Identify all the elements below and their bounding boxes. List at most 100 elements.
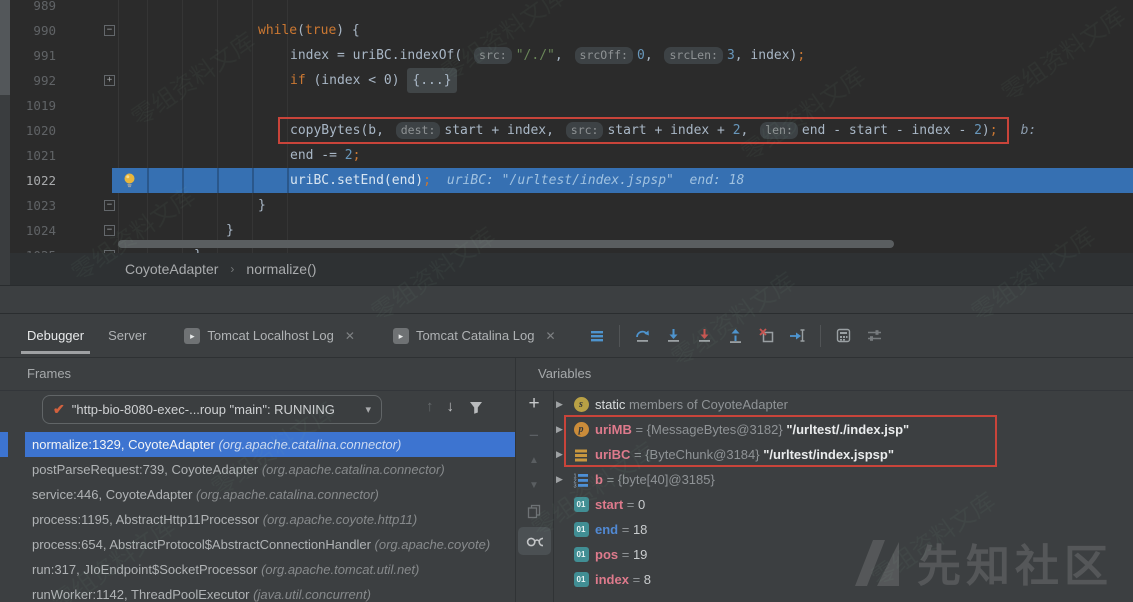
primitive-icon: 01 bbox=[574, 522, 589, 537]
toolbar-separator bbox=[619, 325, 620, 347]
variable-part: 0 bbox=[638, 497, 645, 512]
stack-frame-row[interactable]: process:1195, AbstractHttp11Processor (o… bbox=[25, 507, 515, 532]
threads-view-icon[interactable] bbox=[588, 327, 605, 344]
variable-part: start bbox=[595, 497, 623, 512]
close-icon[interactable]: ✕ bbox=[345, 329, 355, 343]
code-token: 2 bbox=[733, 118, 741, 143]
frame-package: (org.apache.coyote) bbox=[375, 537, 491, 552]
variable-text: pos = 19 bbox=[595, 547, 647, 562]
step-into-icon[interactable] bbox=[665, 327, 682, 344]
variable-part: members of CoyoteAdapter bbox=[625, 397, 788, 412]
code-token: 2 bbox=[974, 118, 982, 143]
primitive-icon: 01 bbox=[574, 547, 589, 562]
code-token: copyBytes(b, bbox=[290, 118, 392, 143]
code-text: index = uriBC.indexOf( src:"/./", srcOff… bbox=[290, 43, 805, 68]
up-icon[interactable]: ↑ bbox=[426, 398, 434, 415]
breadcrumb-item[interactable]: normalize() bbox=[246, 261, 316, 277]
expand-arrow-icon[interactable]: ▶ bbox=[556, 399, 567, 410]
code-token: start + index + bbox=[607, 118, 732, 143]
variable-part: 18 bbox=[633, 522, 647, 537]
show-watches-icon[interactable] bbox=[518, 527, 551, 555]
frames-header: Frames bbox=[27, 366, 71, 381]
variable-row[interactable]: 01start = 0 bbox=[556, 492, 1133, 517]
down-icon[interactable]: ↓ bbox=[447, 398, 455, 415]
step-over-icon[interactable] bbox=[634, 327, 651, 344]
code-token: ; bbox=[990, 118, 998, 143]
fold-end-icon[interactable]: − bbox=[104, 225, 115, 236]
code-token: , bbox=[645, 43, 661, 68]
frame-location: process:1195, AbstractHttp11Processor bbox=[32, 512, 263, 527]
code-token: "/./" bbox=[516, 43, 555, 68]
code-text: } bbox=[258, 193, 266, 218]
code-line: 991index = uriBC.indexOf( src:"/./", src… bbox=[0, 43, 1133, 68]
inline-debugger-value: b: bbox=[1021, 118, 1037, 143]
move-down-icon[interactable]: ▼ bbox=[515, 477, 553, 494]
drop-frame-icon[interactable] bbox=[758, 327, 775, 344]
indent-guide-tick bbox=[287, 168, 289, 193]
debugger-toolbar bbox=[588, 314, 883, 357]
intention-lightbulb-icon[interactable] bbox=[122, 172, 137, 198]
svg-text:3: 3 bbox=[574, 483, 577, 487]
variable-part: pos bbox=[595, 547, 618, 562]
duplicate-icon[interactable] bbox=[515, 502, 553, 519]
stack-frame-row[interactable]: process:654, AbstractProtocol$AbstractCo… bbox=[25, 532, 515, 557]
horizontal-scrollbar[interactable] bbox=[118, 240, 894, 248]
breadcrumb-item[interactable]: CoyoteAdapter bbox=[125, 261, 218, 277]
evaluate-expression-icon[interactable] bbox=[835, 327, 852, 344]
variable-row[interactable]: 01index = 8 bbox=[556, 567, 1133, 592]
variable-row[interactable]: ▶sstatic members of CoyoteAdapter bbox=[556, 392, 1133, 417]
force-step-into-icon[interactable] bbox=[696, 327, 713, 344]
variable-row[interactable]: 01 end = 18 bbox=[556, 517, 1133, 542]
variable-row[interactable]: ▶123b = {byte[40]@3185} bbox=[556, 467, 1133, 492]
filter-icon[interactable] bbox=[467, 398, 484, 415]
tab-tomcat-catalina-log[interactable]: ▸Tomcat Catalina Log✕ bbox=[381, 314, 568, 357]
fold-end-icon[interactable]: − bbox=[104, 200, 115, 211]
step-out-icon[interactable] bbox=[727, 327, 744, 344]
stack-frame-row[interactable]: service:446, CoyoteAdapter (org.apache.c… bbox=[25, 482, 515, 507]
tab-label: Tomcat Localhost Log bbox=[207, 328, 333, 343]
run-to-cursor-icon[interactable] bbox=[789, 327, 806, 344]
parameter-hint: src: bbox=[474, 47, 512, 64]
move-up-icon[interactable]: ▲ bbox=[515, 452, 553, 469]
primitive-icon: 01 bbox=[574, 497, 589, 512]
thread-selector-dropdown[interactable]: ✔ "http-bio-8080-exec-...roup "main": RU… bbox=[42, 395, 382, 424]
code-text: copyBytes(b, dest:start + index, src:sta… bbox=[290, 118, 1036, 143]
debugger-settings-icon[interactable] bbox=[866, 327, 883, 344]
fold-expand-icon[interactable]: + bbox=[104, 75, 115, 86]
variable-row[interactable]: 01 pos = 19 bbox=[556, 542, 1133, 567]
fold-end-icon[interactable]: − bbox=[104, 250, 115, 253]
divider bbox=[553, 391, 554, 602]
add-icon[interactable]: + bbox=[515, 395, 553, 412]
frame-package: (org.apache.tomcat.util.net) bbox=[261, 562, 419, 577]
expand-arrow-icon[interactable]: ▶ bbox=[556, 474, 567, 485]
splitter[interactable] bbox=[0, 285, 1133, 313]
tab-server[interactable]: Server bbox=[96, 314, 158, 357]
editor-left-scrollbar[interactable] bbox=[0, 0, 10, 285]
scrollbar-thumb[interactable] bbox=[0, 0, 10, 95]
code-editor[interactable]: 989990−while(true) {991index = uriBC.ind… bbox=[0, 0, 1133, 253]
code-text: uriBC.setEnd(end);uriBC: "/urltest/index… bbox=[290, 168, 744, 193]
frame-location: process:654, AbstractProtocol$AbstractCo… bbox=[32, 537, 375, 552]
code-line: 989 bbox=[0, 0, 1133, 18]
indent-guide-tick bbox=[182, 168, 184, 193]
code-token: {...} bbox=[407, 68, 456, 93]
stack-frame-row[interactable]: run:317, JIoEndpoint$SocketProcessor (or… bbox=[25, 557, 515, 582]
remove-icon[interactable]: − bbox=[515, 427, 553, 444]
annotation-box-variables bbox=[564, 415, 997, 467]
indent-guide-tick bbox=[252, 168, 254, 193]
tab-tomcat-localhost-log[interactable]: ▸Tomcat Localhost Log✕ bbox=[172, 314, 367, 357]
stack-frame-row[interactable]: postParseRequest:739, CoyoteAdapter (org… bbox=[25, 457, 515, 482]
tab-debugger[interactable]: Debugger bbox=[15, 314, 96, 357]
code-line: 992+if (index < 0) {...} bbox=[0, 68, 1133, 93]
stack-frame-row[interactable]: runWorker:1142, ThreadPoolExecutor (java… bbox=[25, 582, 515, 602]
parameter-hint: len: bbox=[760, 122, 798, 139]
code-token: if bbox=[290, 68, 306, 93]
variable-text: end = 18 bbox=[595, 522, 647, 537]
close-icon[interactable]: ✕ bbox=[545, 329, 555, 343]
fold-collapse-icon[interactable]: − bbox=[104, 25, 115, 36]
parameter-hint: srcLen: bbox=[664, 47, 722, 64]
code-token: end -= bbox=[290, 143, 345, 168]
code-line: 990−while(true) { bbox=[0, 18, 1133, 43]
code-token: , bbox=[555, 43, 571, 68]
stack-frame-row[interactable]: normalize:1329, CoyoteAdapter (org.apach… bbox=[25, 432, 515, 457]
